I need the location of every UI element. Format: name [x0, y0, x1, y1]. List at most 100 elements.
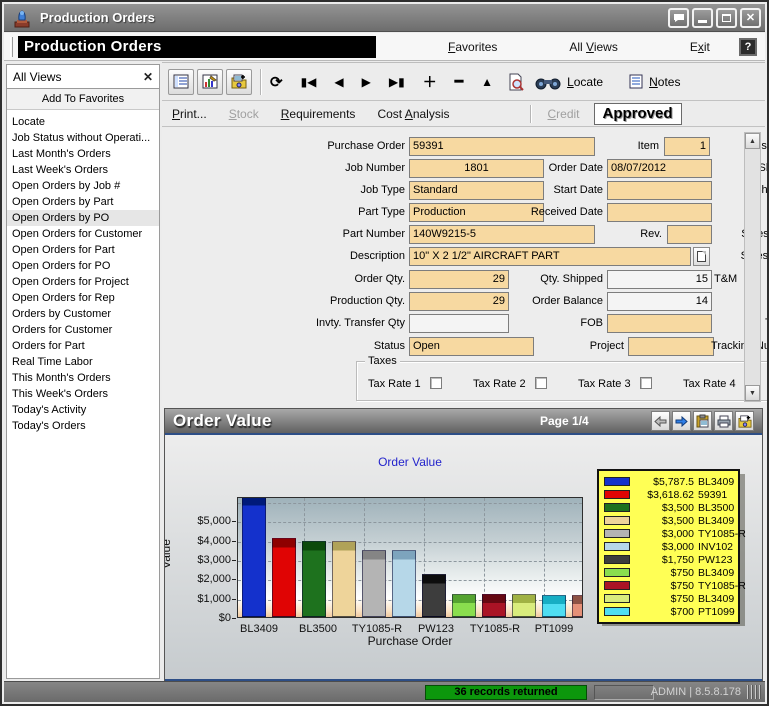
tab-stock: Stock — [228, 107, 259, 121]
tax-rate-checkbox[interactable] — [535, 377, 547, 389]
sidebar-item[interactable]: Last Month's Orders — [7, 146, 159, 162]
chart-bar — [302, 540, 326, 617]
sidebar-item[interactable]: This Month's Orders — [7, 370, 159, 386]
last-record-button[interactable]: ▶▮ — [389, 75, 405, 89]
form-scrollbar[interactable]: ▲ ▼ — [744, 132, 761, 402]
legend-swatch — [604, 477, 630, 486]
title-bar: Production Orders ✕ — [4, 4, 765, 32]
chart-bar — [242, 498, 266, 617]
sidebar-item[interactable]: Today's Orders — [7, 418, 159, 434]
menu-favorites[interactable]: Favorites — [448, 40, 497, 54]
delete-record-button[interactable]: ━ — [455, 73, 463, 90]
sidebar-item[interactable]: Open Orders for Part — [7, 242, 159, 258]
arrow-left-icon — [654, 415, 667, 427]
sidebar-item[interactable]: Open Orders by Part — [7, 194, 159, 210]
tax-rate-checkbox[interactable] — [640, 377, 652, 389]
sidebar-item[interactable]: Open Orders by Job # — [7, 178, 159, 194]
page-previous-button[interactable] — [651, 411, 670, 431]
help-button[interactable]: ? — [739, 37, 757, 56]
notes-button[interactable]: Notes — [629, 74, 680, 89]
first-record-button[interactable]: ▮◀ — [301, 75, 317, 89]
copy-chart-button[interactable] — [693, 411, 712, 431]
sidebar-title: All Views — [13, 69, 62, 84]
sidebar-item[interactable]: Open Orders for Customer — [7, 226, 159, 242]
sidebar-item[interactable]: Open Orders for Rep — [7, 290, 159, 306]
tab-requirements[interactable]: Requirements — [281, 107, 356, 121]
sidebar-item[interactable]: Job Status without Operati... — [7, 130, 159, 146]
y-axis-label: Value — [165, 539, 173, 569]
tax-rate-checkbox[interactable] — [430, 377, 442, 389]
collapse-button[interactable]: ▲ — [481, 75, 493, 89]
legend-entry: $3,000 TY1085-R — [604, 527, 746, 540]
scroll-down-icon[interactable]: ▼ — [745, 385, 760, 401]
sidebar-item[interactable]: Open Orders for Project — [7, 274, 159, 290]
production-qty-field[interactable]: 29 — [409, 292, 509, 311]
menu-all-views[interactable]: All Views — [569, 40, 617, 54]
sidebar-item[interactable]: Last Week's Orders — [7, 162, 159, 178]
close-icon: ✕ — [745, 12, 756, 24]
sidebar-item[interactable]: Orders by Customer — [7, 306, 159, 322]
price-label: Price — [760, 273, 767, 285]
feedback-button[interactable] — [668, 7, 689, 28]
x-axis-label: Purchase Order — [367, 634, 453, 648]
sidebar-item[interactable]: Locate — [7, 114, 159, 130]
maximize-button[interactable] — [716, 7, 737, 28]
sidebar-item[interactable]: Orders for Part — [7, 338, 159, 354]
tab-separator — [529, 105, 532, 123]
minimize-icon — [698, 19, 707, 23]
tab-cost-analysis[interactable]: Cost Analysis — [377, 107, 449, 121]
taxes-group: Taxes Tax Rate 1 Tax Rate 2 Tax Rate 3 Tax … — [356, 355, 767, 401]
next-record-button[interactable]: ▶ — [362, 75, 371, 89]
records-returned-badge: 36 records returned — [425, 685, 587, 700]
print-chart-button[interactable] — [714, 411, 733, 431]
scroll-up-icon[interactable]: ▲ — [745, 133, 760, 149]
menu-exit[interactable]: Exit — [690, 40, 710, 54]
chart-bar — [512, 593, 536, 617]
status-field[interactable]: Open — [409, 337, 534, 356]
form-view-button[interactable] — [168, 68, 194, 95]
locate-button[interactable]: Locate — [535, 74, 603, 90]
binoculars-icon — [535, 78, 561, 89]
sidebar-item[interactable]: Open Orders by PO — [7, 210, 159, 226]
preview-button[interactable] — [507, 73, 525, 91]
maximize-icon — [722, 13, 731, 22]
help-icon: ? — [744, 40, 752, 53]
sidebar-item[interactable]: Today's Activity — [7, 402, 159, 418]
notes-label: Notes — [649, 74, 681, 89]
close-button[interactable]: ✕ — [740, 7, 761, 28]
arrow-right-icon — [675, 415, 688, 427]
new-view-button[interactable] — [226, 68, 252, 95]
new-chart-view-button[interactable] — [735, 411, 754, 431]
sidebar-item[interactable]: Real Time Labor — [7, 354, 159, 370]
resize-grip[interactable] — [747, 685, 761, 699]
legend-entry: $3,000 INV102 — [604, 540, 733, 553]
minimize-button[interactable] — [692, 7, 713, 28]
chart-bar — [332, 540, 356, 617]
chart-bar — [482, 593, 506, 617]
page-next-button[interactable] — [672, 411, 691, 431]
legend-swatch — [604, 555, 630, 564]
sidebar-item[interactable]: Open Orders for PO — [7, 258, 159, 274]
sidebar-item[interactable]: Orders for Customer — [7, 322, 159, 338]
toolbar-separator — [260, 68, 262, 95]
refresh-button[interactable]: ⟳ — [270, 73, 283, 91]
tab-print[interactable]: Print... — [172, 107, 207, 121]
toolbar: ⟳ ▮◀ ◀ ▶ ▶▮ ＋ ━ ▲ Locate Notes — [162, 63, 765, 101]
add-record-button[interactable]: ＋ — [423, 72, 437, 92]
legend-swatch — [604, 607, 630, 616]
tax-rate-label: Tax Rate 1 — [368, 378, 421, 390]
previous-record-button[interactable]: ◀ — [334, 75, 343, 89]
user-version-label: ADMIN | 8.5.8.178 — [650, 686, 741, 698]
chart-bar — [542, 594, 566, 617]
part-type-label: Part Type — [358, 206, 405, 218]
y-tick-label: $5,000 — [197, 515, 231, 528]
graph-view-button[interactable] — [197, 68, 223, 95]
sidebar-item[interactable]: This Week's Orders — [7, 386, 159, 402]
sidebar-close-icon[interactable]: ✕ — [143, 70, 153, 84]
tax-rate-label: Tax Rate 4 — [683, 378, 736, 390]
customer-label: Customer — [527, 140, 767, 152]
add-to-favorites-button[interactable]: Add To Favorites — [7, 89, 159, 110]
order-qty-field[interactable]: 29 — [409, 270, 509, 289]
order-form: Purchase Order 59391 Item 1 Customer BOE… — [162, 128, 767, 406]
toolbar-grip[interactable] — [10, 36, 13, 57]
